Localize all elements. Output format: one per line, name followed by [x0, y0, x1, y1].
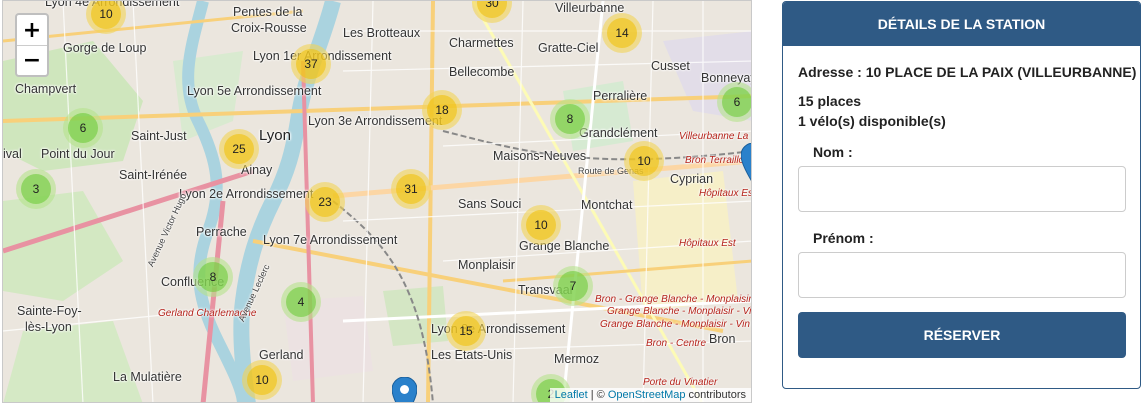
panel-title: DÉTAILS DE LA STATION [783, 2, 1140, 46]
zoom-control: + − [15, 13, 49, 77]
station-marker[interactable] [392, 377, 417, 403]
place-label: Point du Jour [41, 147, 115, 161]
cluster-count: 6 [722, 87, 751, 117]
place-label: Grandclément [579, 126, 658, 140]
cluster-count: 18 [427, 95, 457, 125]
station-cluster[interactable]: 6 [63, 108, 103, 148]
attribution-separator: | © [587, 389, 608, 401]
place-label: Perrache [196, 225, 247, 239]
nom-input[interactable] [798, 166, 1126, 212]
cluster-count: 31 [396, 174, 426, 204]
zoom-in-button[interactable]: + [17, 15, 47, 45]
attribution-suffix: contributors [685, 389, 746, 401]
station-bikes-available: 1 vélo(s) disponible(s) [798, 113, 946, 129]
prenom-label: Prénom : [813, 230, 874, 246]
place-label: Cyprian [670, 172, 714, 186]
station-cluster[interactable]: 4 [281, 282, 321, 322]
cluster-count: 4 [286, 287, 316, 317]
station-places: 15 places [798, 93, 862, 109]
place-label: ival [3, 147, 22, 161]
place-label: Lyon 2e Arrondissement [179, 187, 314, 201]
place-label: Perralière [593, 89, 648, 103]
station-cluster[interactable]: 23 [305, 182, 345, 222]
leaflet-link[interactable]: Leaflet [555, 389, 588, 401]
transit-stop-label: Bron Terraillo [685, 155, 745, 166]
place-label: Saint-Just [131, 129, 187, 143]
station-cluster[interactable]: 7 [553, 266, 593, 306]
station-cluster[interactable]: 31 [391, 169, 431, 209]
cluster-count: 6 [68, 113, 98, 143]
cluster-count: 15 [451, 316, 481, 346]
cluster-count: 10 [526, 210, 556, 240]
cluster-count: 10 [247, 365, 277, 395]
place-label: Cusset [651, 59, 690, 73]
place-label: Montchat [581, 198, 633, 212]
place-label: Lyon [259, 127, 291, 144]
place-label: Monplaisir [458, 258, 515, 272]
cluster-count: 23 [310, 187, 340, 217]
place-label: Pentes de la [233, 5, 303, 19]
place-label: Champvert [15, 82, 77, 96]
transit-stop-label: Grange Blanche - Monplaisir - Vin [600, 319, 750, 330]
station-cluster[interactable]: 6 [717, 82, 751, 122]
place-label: Sans Souci [458, 197, 522, 211]
station-cluster[interactable]: 8 [193, 257, 233, 297]
nom-label: Nom : [813, 144, 853, 160]
transit-stop-label: Bron - Centre [646, 338, 707, 349]
prenom-input[interactable] [798, 252, 1126, 298]
cluster-count: 7 [558, 271, 588, 301]
place-label: Villeurbanne [555, 1, 625, 15]
station-cluster[interactable]: 10 [242, 360, 282, 400]
station-address: Adresse : 10 PLACE DE LA PAIX (VILLEURBA… [798, 64, 1137, 80]
map[interactable]: Lyon 4e Arrondissement Pentes de la Croix-… [2, 0, 752, 403]
transit-stop-label: Villeurbanne La S [679, 131, 752, 142]
reserve-button[interactable]: RÉSERVER [798, 312, 1126, 358]
place-label: La Mulatière [113, 370, 182, 384]
place-label: Les Brotteaux [343, 26, 421, 40]
station-cluster[interactable]: 37 [291, 44, 331, 84]
place-label: Croix-Rousse [231, 21, 307, 35]
place-label: Gratte-Ciel [538, 41, 599, 55]
transit-stop-label: Hôpitaux Est [679, 238, 736, 249]
cluster-count: 14 [607, 18, 637, 48]
transit-stop-label: Grange Blanche - Monplaisir - Vin [607, 306, 752, 317]
place-label: Sainte-Foy- [17, 304, 82, 318]
cluster-count: 10 [629, 146, 659, 176]
station-cluster[interactable]: 10 [521, 205, 561, 245]
cluster-count: 8 [198, 262, 228, 292]
station-details-panel: DÉTAILS DE LA STATION Adresse : 10 PLACE… [782, 1, 1141, 389]
place-label: Maisons-Neuves [493, 149, 587, 163]
cluster-count: 8 [555, 104, 585, 134]
place-label: Bellecombe [449, 65, 515, 79]
transit-stop-label: Hôpitaux Est [699, 188, 752, 199]
station-marker[interactable] [741, 143, 752, 184]
place-label: Lyon 5e Arrondissement [187, 84, 322, 98]
station-cluster[interactable]: 15 [446, 311, 486, 351]
map-attribution: Leaflet | © OpenStreetMap contributors [549, 388, 751, 402]
cluster-count: 25 [224, 134, 254, 164]
place-label: lès-Lyon [25, 320, 72, 334]
cluster-count: 10 [91, 1, 121, 29]
station-cluster[interactable]: 25 [219, 129, 259, 169]
zoom-out-button[interactable]: − [17, 45, 47, 75]
station-cluster[interactable]: 10 [624, 141, 664, 181]
place-label: Bron [709, 332, 736, 346]
cluster-count: 3 [21, 174, 51, 204]
place-label: Gorge de Loup [63, 41, 147, 55]
place-label: Mermoz [554, 352, 600, 366]
cluster-count: 37 [296, 49, 326, 79]
station-cluster[interactable]: 3 [16, 169, 56, 209]
place-label: Lyon 7e Arrondissement [263, 233, 398, 247]
place-label: Saint-Irénée [119, 168, 188, 182]
station-cluster[interactable]: 14 [602, 13, 642, 53]
place-label: Charmettes [449, 36, 514, 50]
station-cluster[interactable]: 8 [550, 99, 590, 139]
station-cluster[interactable]: 18 [422, 90, 462, 130]
cluster-count: 30 [477, 1, 507, 18]
osm-link[interactable]: OpenStreetMap [608, 389, 686, 401]
